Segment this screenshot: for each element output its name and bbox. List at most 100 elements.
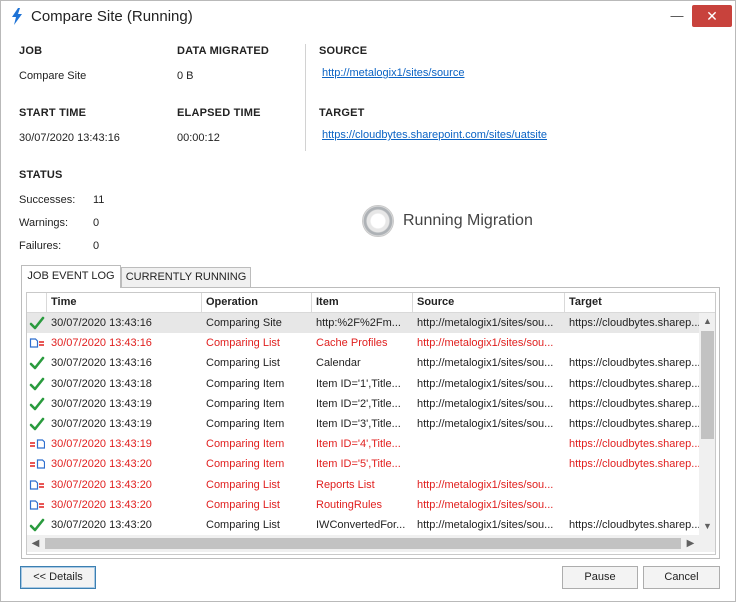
data-migrated-value: 0 B	[177, 70, 194, 82]
target-cell	[565, 495, 699, 515]
item-cell: Item ID='3',Title...	[316, 418, 401, 430]
success-check-icon	[29, 416, 45, 432]
target-cell: https://cloudbytes.sharep...	[569, 519, 699, 531]
data-migrated-label: DATA MIGRATED	[177, 45, 270, 57]
running-indicator: Running Migration	[362, 204, 552, 238]
scroll-left-icon[interactable]: ◀	[27, 535, 44, 552]
details-toggle-button[interactable]: << Details	[20, 566, 96, 589]
item-cell: Cache Profiles	[316, 337, 388, 350]
operation-cell: Comparing List	[206, 519, 280, 531]
table-row[interactable]: 30/07/2020 13:43:18 Comparing Item Item ID…	[27, 374, 699, 394]
event-log-grid: Time Operation Item Source Target 30/07/…	[26, 292, 716, 555]
target-url-link[interactable]: https://cloudbytes.sharepoint.com/sites/…	[322, 129, 547, 141]
table-row[interactable]: 30/07/2020 13:43:20 Comparing List Routing…	[27, 495, 699, 515]
operation-cell: Comparing Site	[206, 317, 282, 329]
source-url-link[interactable]: http://metalogix1/sites/source	[322, 67, 464, 79]
time-cell: 30/07/2020 13:43:16	[51, 317, 152, 329]
compare-site-window: Compare Site (Running) — ✕ JOB Compare S…	[0, 0, 736, 602]
item-cell: Item ID='2',Title...	[316, 397, 401, 410]
cancel-button[interactable]: Cancel	[643, 566, 720, 589]
table-row[interactable]: 30/07/2020 13:43:19 Comparing Item Item ID…	[27, 434, 699, 454]
operation-cell: Comparing Item	[206, 418, 285, 430]
operation-cell: Comparing Item	[206, 438, 285, 451]
running-status-text: Running Migration	[403, 212, 533, 229]
target-cell: https://cloudbytes.sharep...	[569, 377, 699, 390]
job-label: JOB	[19, 45, 43, 57]
item-cell: IWConvertedFor...	[316, 519, 406, 531]
target-only-icon	[29, 436, 46, 452]
operation-cell: Comparing Item	[206, 397, 285, 410]
warnings-count: 0	[93, 217, 100, 229]
scroll-down-icon[interactable]: ▼	[699, 518, 715, 535]
table-row[interactable]: 30/07/2020 13:43:20 Comparing Item Item ID…	[27, 454, 699, 474]
scroll-up-icon[interactable]: ▲	[699, 313, 715, 330]
operation-cell: Comparing Item	[206, 458, 285, 471]
summary-divider	[305, 44, 306, 151]
source-column-header[interactable]: Source	[413, 293, 565, 313]
source-cell	[413, 454, 565, 474]
source-only-icon	[29, 477, 45, 493]
operation-cell: Comparing List	[206, 498, 280, 511]
time-cell: 30/07/2020 13:43:19	[51, 438, 152, 451]
tab-currently-running[interactable]: CURRENTLY RUNNING	[121, 267, 251, 288]
target-cell: https://cloudbytes.sharep...	[569, 397, 699, 410]
operation-cell: Comparing List	[206, 337, 280, 350]
spinner-icon	[362, 205, 394, 237]
source-label: SOURCE	[319, 45, 368, 57]
success-check-icon	[29, 315, 45, 331]
scroll-corner	[699, 535, 715, 552]
tab-job-event-log[interactable]: JOB EVENT LOG	[21, 265, 121, 288]
time-cell: 30/07/2020 13:43:20	[51, 498, 152, 511]
target-cell: https://cloudbytes.sharep...	[569, 418, 699, 430]
successes-label: Successes:	[19, 194, 76, 206]
table-row[interactable]: 30/07/2020 13:43:20 Comparing List IWConve…	[27, 515, 699, 535]
failures-label: Failures:	[19, 240, 62, 252]
table-row[interactable]: 30/07/2020 13:43:19 Comparing Item Item ID…	[27, 414, 699, 434]
success-check-icon	[29, 517, 45, 533]
job-value: Compare Site	[19, 70, 87, 82]
target-cell	[565, 333, 699, 353]
close-button[interactable]: ✕	[692, 5, 732, 27]
table-row[interactable]: 30/07/2020 13:43:16 Comparing List Calenda…	[27, 353, 699, 373]
horizontal-scrollbar[interactable]: ◀ ▶	[27, 535, 699, 552]
horizontal-scroll-thumb[interactable]	[45, 538, 681, 549]
operation-cell: Comparing List	[206, 357, 280, 370]
scroll-right-icon[interactable]: ▶	[682, 535, 699, 552]
source-cell: http://metalogix1/sites/sou...	[417, 317, 554, 329]
table-row[interactable]: 30/07/2020 13:43:16 Comparing Site http:%2…	[27, 313, 699, 333]
time-cell: 30/07/2020 13:43:20	[51, 519, 152, 531]
title-bar: Compare Site (Running) — ✕	[1, 1, 735, 32]
time-column-header[interactable]: Time	[47, 293, 202, 313]
table-row[interactable]: 30/07/2020 13:43:16 Comparing List Cache P…	[27, 333, 699, 353]
target-only-icon	[29, 456, 46, 472]
warnings-label: Warnings:	[19, 217, 69, 229]
source-cell: http://metalogix1/sites/sou...	[417, 337, 554, 350]
vertical-scrollbar[interactable]: ▲ ▼	[699, 313, 715, 535]
operation-column-header[interactable]: Operation	[202, 293, 312, 313]
pause-button[interactable]: Pause	[562, 566, 638, 589]
minimize-button[interactable]: —	[664, 5, 690, 27]
source-only-icon	[29, 335, 45, 351]
window-title: Compare Site (Running)	[31, 8, 193, 25]
item-cell: Item ID='5',Title...	[316, 458, 401, 471]
table-row[interactable]: 30/07/2020 13:43:20 Comparing List Reports…	[27, 475, 699, 495]
time-cell: 30/07/2020 13:43:20	[51, 478, 152, 491]
source-cell: http://metalogix1/sites/sou...	[417, 377, 554, 390]
item-column-header[interactable]: Item	[312, 293, 413, 313]
source-cell	[413, 434, 565, 454]
status-column-header[interactable]	[27, 293, 47, 313]
time-cell: 30/07/2020 13:43:20	[51, 458, 152, 471]
target-cell	[565, 475, 699, 495]
source-cell: http://metalogix1/sites/sou...	[417, 397, 554, 410]
status-label: STATUS	[19, 169, 63, 181]
table-row[interactable]: 30/07/2020 13:43:19 Comparing Item Item ID…	[27, 394, 699, 414]
time-cell: 30/07/2020 13:43:16	[51, 337, 152, 350]
target-label: TARGET	[319, 107, 365, 119]
source-only-icon	[29, 497, 45, 513]
success-check-icon	[29, 396, 45, 412]
start-time-label: START TIME	[19, 107, 87, 119]
target-column-header[interactable]: Target	[565, 293, 715, 313]
source-cell: http://metalogix1/sites/sou...	[417, 357, 554, 370]
time-cell: 30/07/2020 13:43:19	[51, 397, 152, 410]
vertical-scroll-thumb[interactable]	[701, 331, 714, 439]
